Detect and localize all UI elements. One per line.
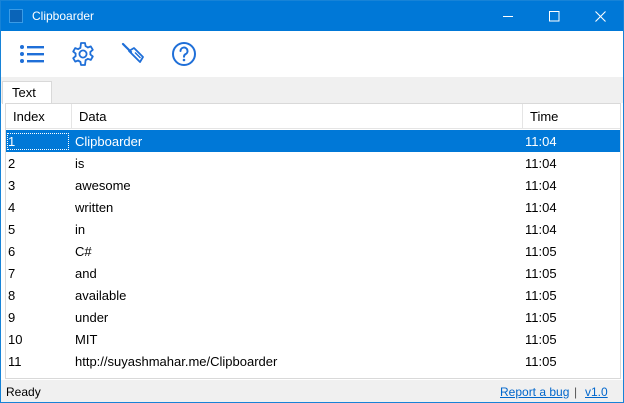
minimize-button[interactable] — [485, 1, 531, 31]
cell-data: under — [75, 310, 109, 325]
table-row[interactable]: 3 awesome 11:04 — [6, 174, 620, 196]
status-bar: Ready Report a bug | v1.0 — [1, 380, 623, 402]
help-button[interactable] — [168, 39, 200, 71]
cell-index: 7 — [8, 266, 16, 281]
cell-time: 11:05 — [525, 244, 557, 259]
cell-time: 11:05 — [525, 310, 557, 325]
cell-time: 11:05 — [525, 266, 557, 281]
column-header-data[interactable]: Data — [72, 104, 523, 129]
version-link[interactable]: v1.0 — [585, 385, 608, 399]
cell-time: 11:05 — [525, 288, 557, 303]
cell-time: 11:04 — [525, 178, 557, 193]
broom-icon — [120, 41, 146, 70]
cell-data: written — [75, 200, 114, 215]
app-icon — [9, 9, 23, 23]
clipboard-history-table: Index Data Time 1 Clipboarder 11:04 2 is… — [5, 103, 621, 379]
cell-time: 11:05 — [525, 354, 557, 369]
window-title: Clipboarder — [32, 9, 95, 23]
gear-icon — [70, 41, 96, 70]
cell-time: 11:04 — [525, 156, 557, 171]
cell-index: 10 — [8, 332, 23, 347]
cell-index: 6 — [8, 244, 16, 259]
toolbar — [1, 31, 623, 77]
status-separator: | — [574, 385, 578, 399]
tab-text[interactable]: Text — [2, 81, 52, 104]
app-window: Clipboarder Text Index Data Time 1 Clipb… — [0, 0, 624, 403]
clear-history-button[interactable] — [117, 39, 149, 71]
cell-index: 9 — [8, 310, 16, 325]
column-header-index[interactable]: Index — [6, 104, 72, 129]
cell-time: 11:05 — [525, 332, 557, 347]
cell-index: 2 — [8, 156, 16, 171]
report-bug-link[interactable]: Report a bug — [500, 385, 569, 399]
cell-data: and — [75, 266, 97, 281]
column-header-time[interactable]: Time — [523, 104, 620, 129]
table-row[interactable]: 11 http://suyashmahar.me/Clipboarder 11:… — [6, 350, 620, 372]
table-row[interactable]: 2 is 11:04 — [6, 152, 620, 174]
table-row[interactable]: 5 in 11:04 — [6, 218, 620, 240]
cell-time: 11:04 — [525, 134, 557, 149]
cell-data: http://suyashmahar.me/Clipboarder — [75, 354, 278, 369]
cell-data: is — [75, 156, 85, 171]
help-icon — [171, 41, 197, 70]
table-row[interactable]: 4 written 11:04 — [6, 196, 620, 218]
cell-data: Clipboarder — [75, 134, 143, 149]
cell-data: available — [75, 288, 127, 303]
cell-index: 4 — [8, 200, 16, 215]
cell-index: 11 — [8, 354, 22, 369]
history-list-button[interactable] — [16, 39, 48, 71]
cell-index: 1 — [7, 133, 69, 150]
list-icon — [19, 43, 45, 68]
cell-data: MIT — [75, 332, 98, 347]
table-row[interactable]: 8 available 11:05 — [6, 284, 620, 306]
tab-strip: Text — [1, 77, 623, 104]
maximize-button[interactable] — [531, 1, 577, 31]
status-text: Ready — [6, 385, 41, 399]
table-row[interactable]: 9 under 11:05 — [6, 306, 620, 328]
table-row[interactable]: 6 C# 11:05 — [6, 240, 620, 262]
cell-time: 11:04 — [525, 200, 557, 215]
table-rows: 1 Clipboarder 11:04 2 is 11:04 3 awesome… — [6, 130, 620, 372]
cell-data: awesome — [75, 178, 131, 193]
cell-index: 5 — [8, 222, 16, 237]
cell-data: C# — [75, 244, 92, 259]
table-header: Index Data Time — [6, 104, 620, 129]
cell-index: 3 — [8, 178, 16, 193]
table-row[interactable]: 7 and 11:05 — [6, 262, 620, 284]
cell-data: in — [75, 222, 86, 237]
close-button[interactable] — [577, 1, 623, 31]
cell-index: 8 — [8, 288, 16, 303]
title-bar[interactable]: Clipboarder — [1, 1, 623, 31]
cell-time: 11:04 — [525, 222, 557, 237]
table-row[interactable]: 1 Clipboarder 11:04 — [6, 130, 620, 152]
table-row[interactable]: 10 MIT 11:05 — [6, 328, 620, 350]
settings-button[interactable] — [67, 39, 99, 71]
